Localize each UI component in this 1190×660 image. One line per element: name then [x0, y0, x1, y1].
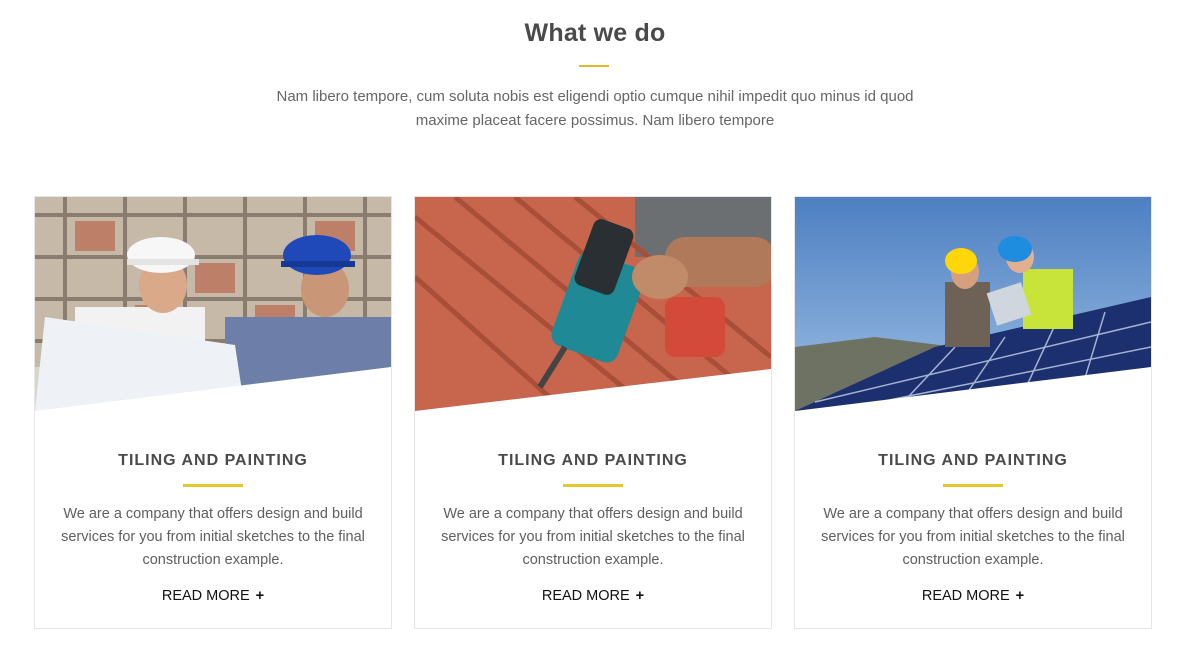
services-section: What we do Nam libero tempore, cum solut…: [0, 0, 1190, 660]
read-more-label: READ MORE: [541, 588, 630, 604]
section-intro: Nam libero tempore, cum soluta nobis est…: [276, 88, 914, 129]
card-title: TILING AND PAINTING: [878, 452, 1068, 469]
card-title: TILING AND PAINTING: [118, 452, 308, 469]
read-more-label: READ MORE: [921, 588, 1010, 604]
service-card: TILING AND PAINTING We are a company tha…: [34, 196, 392, 629]
plus-icon: +: [1015, 588, 1025, 604]
card-image-solar-panels: [795, 197, 1151, 411]
read-more-link[interactable]: READ MORE +: [795, 588, 1151, 604]
service-card: TILING AND PAINTING We are a company tha…: [794, 196, 1152, 629]
read-more-link[interactable]: READ MORE +: [415, 588, 771, 604]
service-card: TILING AND PAINTING We are a company tha…: [414, 196, 772, 629]
card-title-underline: [183, 484, 243, 487]
card-title-underline: [943, 484, 1003, 487]
card-image-roof-drill: [415, 197, 771, 411]
card-title: TILING AND PAINTING: [498, 452, 688, 469]
card-description: We are a company that offers design and …: [821, 506, 1125, 568]
read-more-link[interactable]: READ MORE +: [35, 588, 391, 604]
card-title-underline: [563, 484, 623, 487]
plus-icon: +: [635, 588, 645, 604]
section-title: What we do: [524, 19, 666, 47]
title-underline: [579, 65, 609, 67]
card-description: We are a company that offers design and …: [441, 506, 745, 568]
card-description: We are a company that offers design and …: [61, 506, 365, 568]
read-more-label: READ MORE: [161, 588, 250, 604]
card-image-engineers: [35, 197, 391, 411]
plus-icon: +: [255, 588, 265, 604]
